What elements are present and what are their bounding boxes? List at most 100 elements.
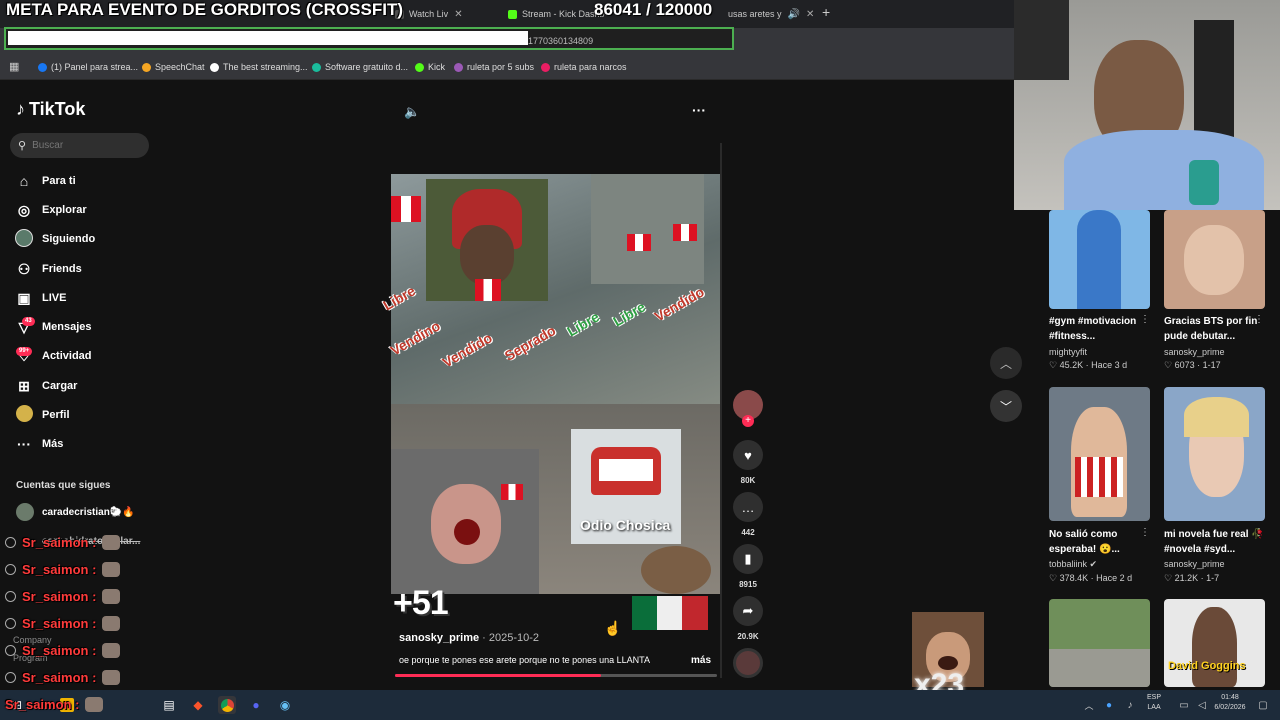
search-box[interactable]: ⚲ xyxy=(10,133,149,158)
following-name: caradecristian🐑🔥 xyxy=(42,506,135,518)
video-title[interactable]: Gracias BTS por fin pude debutar... xyxy=(1164,314,1264,344)
overlay-plus51: +51 xyxy=(393,584,449,622)
share-icon: ➦ xyxy=(733,596,763,626)
bookmark-item[interactable]: SpeechChat xyxy=(142,62,205,72)
logo-text: TikTok xyxy=(29,99,86,119)
bookmark-item[interactable]: (1) Panel para strea... xyxy=(38,62,138,72)
video-user[interactable]: tobbaliink ✔ xyxy=(1049,559,1097,570)
sidebar-item-live[interactable]: ▣ LIVE xyxy=(14,288,66,308)
bookmark-item[interactable]: ruleta para narcos xyxy=(541,62,627,72)
tiktok-note-icon: ♪ xyxy=(16,99,25,119)
friends-icon: ⚇ xyxy=(17,260,31,277)
following-header: Cuentas que sigues xyxy=(16,480,111,491)
tab-kick-dashboard[interactable]: Stream - Kick Dashb xyxy=(508,3,608,25)
like-button[interactable]: ♥ 80K xyxy=(733,440,763,485)
video-more-icon[interactable]: ··· xyxy=(692,102,706,118)
network-icon[interactable]: ▭ xyxy=(1175,696,1193,714)
bookmark-label: ruleta por 5 subs xyxy=(467,62,535,72)
video-title[interactable]: #gym #motivacion #fitness... xyxy=(1049,314,1149,344)
chat-badge-icon xyxy=(5,537,16,548)
bookmark-item[interactable]: ruleta por 5 subs xyxy=(454,62,534,72)
bookmark-label: (1) Panel para strea... xyxy=(51,62,139,72)
following-account[interactable]: caradecristian🐑🔥 xyxy=(16,503,135,521)
language-indicator[interactable]: ESP LAA xyxy=(1147,693,1161,713)
following-avatar xyxy=(14,228,34,250)
bookmark-icon xyxy=(38,62,47,72)
comment-button[interactable]: … 442 xyxy=(733,492,763,537)
emote-icon xyxy=(102,589,121,604)
brave-icon[interactable]: ◆ xyxy=(189,696,207,714)
video-thumbnail[interactable]: David Goggins xyxy=(1164,599,1265,687)
video-thumbnail[interactable] xyxy=(1049,210,1150,309)
chevron-down-icon: ﹀ xyxy=(999,399,1012,414)
video-options-icon[interactable]: ⋮ xyxy=(1140,527,1150,538)
search-input[interactable] xyxy=(32,140,133,151)
tray-app-icon[interactable]: ● xyxy=(1100,696,1118,714)
bookmark-label: SpeechChat xyxy=(155,62,205,72)
bookmark-item[interactable]: The best streaming... xyxy=(210,62,308,72)
chrome-icon[interactable] xyxy=(218,696,236,714)
notification-icon[interactable]: ▢ xyxy=(1254,696,1272,714)
video-caption: oe porque te pones ese arete porque no t… xyxy=(399,655,651,665)
bookmark-label: ruleta para narcos xyxy=(554,62,627,72)
sidebar-item-perfil[interactable]: Perfil xyxy=(14,405,70,425)
caption-more-link[interactable]: más xyxy=(691,655,711,666)
feed-scrollbar[interactable] xyxy=(720,143,722,678)
video-thumbnail[interactable] xyxy=(1049,599,1150,687)
author-name[interactable]: sanosky_prime xyxy=(399,632,479,644)
video-title[interactable]: No salió como esperaba! 😮... xyxy=(1049,527,1149,557)
sidebar-item-siguiendo[interactable]: Siguiendo xyxy=(14,228,96,250)
chevron-up-icon: ︿ xyxy=(999,356,1012,371)
sidebar-item-explorar[interactable]: ◎ Explorar xyxy=(14,200,87,220)
tab-watch-live[interactable]: Watch Liv ✕ xyxy=(395,3,495,25)
video-author[interactable]: sanosky_prime · 2025-10-2 xyxy=(399,632,539,644)
bookmark-button[interactable]: ▮ 8915 xyxy=(733,544,763,589)
bookmark-item[interactable]: Kick xyxy=(415,62,445,72)
sidebar-item-friends[interactable]: ⚇ Friends xyxy=(14,259,82,279)
clock-time: 01:48 xyxy=(1221,694,1239,701)
volume-icon[interactable]: 🔈 xyxy=(404,104,420,120)
video-user[interactable]: sanosky_prime xyxy=(1164,347,1225,357)
app-icon[interactable]: ▤ xyxy=(160,696,178,714)
sidebar-item-mas[interactable]: ··· Más xyxy=(14,434,63,454)
video-thumbnail[interactable] xyxy=(1164,210,1265,309)
layout-code: LAA xyxy=(1147,704,1161,711)
bookmark-item[interactable]: Software gratuito d... xyxy=(312,62,408,72)
bookmark-icon xyxy=(210,62,219,72)
bookmark-icon xyxy=(142,62,151,72)
sidebar-item-label: Siguiendo xyxy=(42,233,96,245)
video-progress-bar[interactable] xyxy=(395,674,717,677)
tiktok-logo[interactable]: ♪ TikTok xyxy=(16,99,85,120)
close-tab-icon[interactable]: ✕ xyxy=(454,9,462,20)
speaker-icon[interactable]: 🔊 xyxy=(788,9,800,20)
discord-icon[interactable]: ● xyxy=(247,696,265,714)
next-video-button[interactable]: ﹀ xyxy=(990,390,1022,422)
clock[interactable]: 01:48 6/02/2026 xyxy=(1210,693,1250,713)
video-title[interactable]: mi novela fue real 🥀 #novela #syd... xyxy=(1164,527,1264,557)
video-options-icon[interactable]: ⋮ xyxy=(1140,314,1150,325)
video-frame[interactable] xyxy=(391,174,720,594)
search-icon: ⚲ xyxy=(18,140,27,152)
video-user[interactable]: mightyyfit xyxy=(1049,347,1087,357)
apps-grid-icon[interactable]: ▦ xyxy=(9,60,19,73)
sidebar-item-cargar[interactable]: ⊞ Cargar xyxy=(14,376,77,396)
video-options-icon[interactable]: ⋮ xyxy=(1254,527,1264,538)
video-options-icon[interactable]: ⋮ xyxy=(1254,314,1264,325)
close-tab-icon[interactable]: ✕ xyxy=(806,9,814,20)
previous-video-button[interactable]: ︿ xyxy=(990,347,1022,379)
music-disc-icon[interactable] xyxy=(733,648,763,678)
video-user[interactable]: sanosky_prime xyxy=(1164,559,1225,569)
sidebar-item-para-ti[interactable]: ⌂ Para ti xyxy=(14,171,76,191)
video-stats: ♡ 6073 · 1-17 xyxy=(1164,360,1221,370)
new-tab-button[interactable]: + xyxy=(822,4,830,20)
messages-badge: 43 xyxy=(22,317,35,326)
steam-icon[interactable]: ◉ xyxy=(276,696,294,714)
tray-chevron-icon[interactable]: ︿ xyxy=(1080,696,1098,714)
follow-plus-icon[interactable]: + xyxy=(742,415,754,427)
microphone-icon[interactable]: ♪ xyxy=(1121,696,1139,714)
volume-tray-icon[interactable]: ◁ xyxy=(1193,696,1211,714)
video-thumbnail[interactable] xyxy=(1164,387,1265,521)
share-button[interactable]: ➦ 20.9K xyxy=(733,596,763,641)
video-thumbnail[interactable] xyxy=(1049,387,1150,521)
tab-tiktok[interactable]: usas aretes y 🔊 ✕ xyxy=(728,3,814,25)
